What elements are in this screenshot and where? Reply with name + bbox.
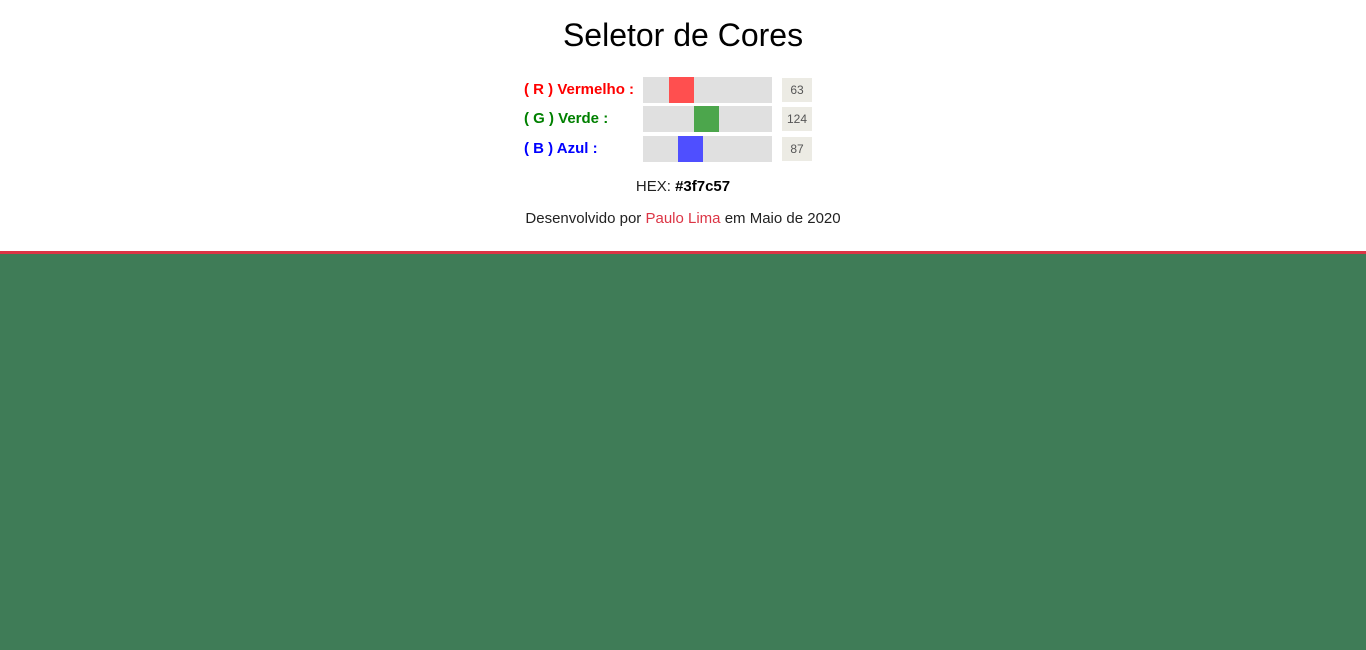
blue-slider-thumb[interactable] <box>678 136 703 162</box>
green-channel-row: ( G ) Verde : 124 <box>524 106 824 132</box>
red-slider[interactable] <box>643 77 772 103</box>
hex-readout: HEX: #3f7c57 <box>0 177 1366 197</box>
credit-prefix: Desenvolvido por <box>525 210 642 227</box>
hex-value: #3f7c57 <box>675 178 731 195</box>
blue-channel-row: ( B ) Azul : 87 <box>524 136 824 162</box>
header: Seletor de Cores ( R ) Vermelho : 63 ( G… <box>0 0 1366 251</box>
credit-line: Desenvolvido por Paulo Lima em Maio de 2… <box>0 209 1366 229</box>
color-preview <box>0 254 1366 650</box>
author-link[interactable]: Paulo Lima <box>645 210 720 227</box>
red-channel-label: ( R ) Vermelho : <box>524 81 635 98</box>
green-channel-label: ( G ) Verde : <box>524 110 609 127</box>
credit-suffix: em Maio de 2020 <box>724 210 841 227</box>
blue-slider[interactable] <box>643 136 772 162</box>
blue-channel-label: ( B ) Azul : <box>524 140 598 157</box>
page: Seletor de Cores ( R ) Vermelho : 63 ( G… <box>0 0 1366 650</box>
green-value: 124 <box>782 107 812 131</box>
red-slider-thumb[interactable] <box>669 77 694 103</box>
red-value: 63 <box>782 78 812 102</box>
blue-value: 87 <box>782 137 812 161</box>
hex-label: HEX: <box>635 178 671 195</box>
page-title: Seletor de Cores <box>562 17 804 53</box>
red-channel-row: ( R ) Vermelho : 63 <box>524 77 824 103</box>
green-slider[interactable] <box>643 106 772 132</box>
green-slider-thumb[interactable] <box>694 106 719 132</box>
